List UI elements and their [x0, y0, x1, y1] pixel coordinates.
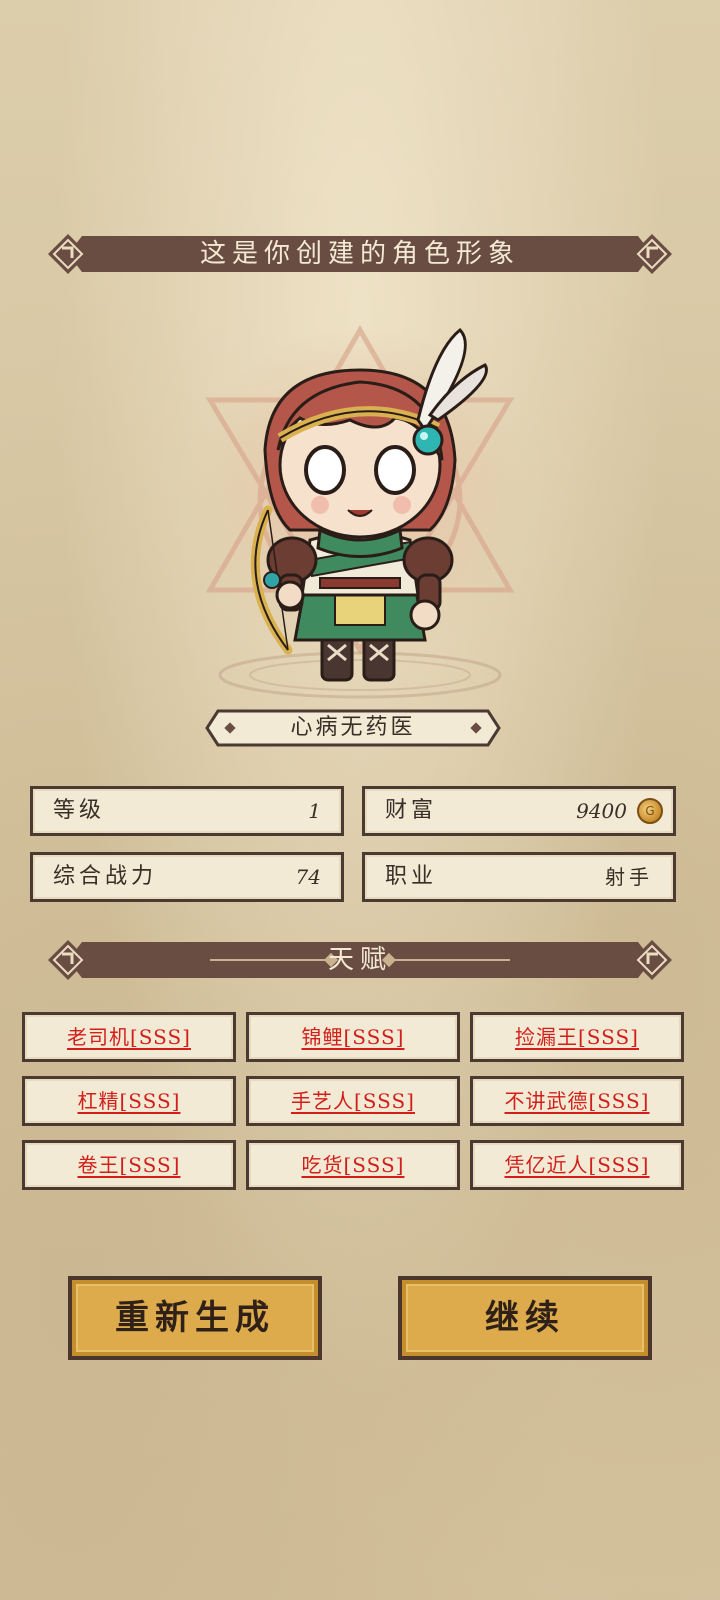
stat-combat-power-label: 综合战力 [53, 864, 158, 889]
talent-item[interactable]: 捡漏王[SSS] [470, 1012, 684, 1062]
talent-label[interactable]: 卷王[SSS] [77, 1153, 180, 1177]
stat-level-value: 1 [308, 799, 321, 823]
stat-job-value: 射手 [605, 865, 653, 889]
gold-coin-icon: G [637, 798, 663, 824]
talent-item[interactable]: 锦鲤[SSS] [246, 1012, 460, 1062]
talent-label[interactable]: 凭亿近人[SSS] [504, 1153, 649, 1177]
stat-level: 等级 1 [30, 786, 344, 836]
stat-wealth-value: 9400 [576, 799, 627, 823]
talent-item[interactable]: 不讲武德[SSS] [470, 1076, 684, 1126]
talent-item[interactable]: 吃货[SSS] [246, 1140, 460, 1190]
talent-label[interactable]: 手艺人[SSS] [291, 1089, 415, 1113]
header-banner: 这是你创建的角色形象 [46, 230, 674, 278]
stat-combat-power: 综合战力 74 [30, 852, 344, 902]
talent-item[interactable]: 杠精[SSS] [22, 1076, 236, 1126]
talent-label[interactable]: 吃货[SSS] [301, 1153, 404, 1177]
character-name-plate: 心病无药医 [204, 708, 502, 748]
page-title: 这是你创建的角色形象 [199, 239, 520, 269]
talent-label[interactable]: 不讲武德[SSS] [504, 1089, 649, 1113]
stat-job: 职业 射手 [362, 852, 676, 902]
talents-banner: 天赋 [46, 936, 674, 984]
character-name: 心病无药医 [290, 715, 416, 740]
stat-job-label: 职业 [385, 864, 438, 889]
talent-label[interactable]: 杠精[SSS] [77, 1089, 180, 1113]
stat-wealth-label: 财富 [385, 798, 438, 823]
character-portrait [180, 324, 540, 699]
stat-wealth: 财富 9400 G [362, 786, 676, 836]
talents-title: 天赋 [327, 945, 392, 975]
talent-label[interactable]: 老司机[SSS] [67, 1025, 191, 1049]
stat-combat-power-value: 74 [295, 865, 321, 889]
talent-item[interactable]: 老司机[SSS] [22, 1012, 236, 1062]
stat-level-label: 等级 [53, 798, 106, 823]
talent-label[interactable]: 锦鲤[SSS] [301, 1025, 404, 1049]
talent-label[interactable]: 捡漏王[SSS] [515, 1025, 639, 1049]
continue-button[interactable]: 继续 [398, 1276, 652, 1360]
talent-item[interactable]: 卷王[SSS] [22, 1140, 236, 1190]
regenerate-button[interactable]: 重新生成 [68, 1276, 322, 1360]
talent-item[interactable]: 手艺人[SSS] [246, 1076, 460, 1126]
talent-item[interactable]: 凭亿近人[SSS] [470, 1140, 684, 1190]
